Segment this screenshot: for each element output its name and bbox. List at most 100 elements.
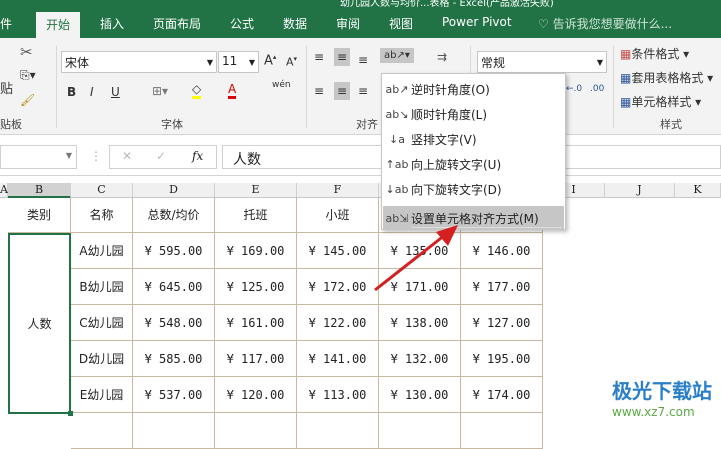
cut-icon[interactable]: ✂ <box>20 43 33 61</box>
value-cell[interactable]: ¥ 169.00 <box>215 233 297 269</box>
fill-handle[interactable] <box>68 411 73 416</box>
menu-item[interactable]: ↓ab 向下旋转文字(D) <box>383 177 564 201</box>
value-cell[interactable]: ¥ 172.00 <box>297 269 379 305</box>
column-header[interactable]: F <box>297 183 379 198</box>
fill-color-icon[interactable]: ◇ <box>192 82 202 99</box>
value-cell[interactable]: ¥ 595.00 <box>133 233 215 269</box>
value-cell[interactable]: ¥ 174.00 <box>461 377 543 413</box>
cancel-icon[interactable]: ✕ <box>122 149 132 163</box>
tab-review[interactable]: 审阅 <box>336 15 360 32</box>
value-cell[interactable] <box>461 413 543 449</box>
phonetic-icon[interactable]: wén <box>272 80 291 90</box>
number-format-select[interactable]: 常规 ▼ <box>477 51 607 73</box>
align-right-icon[interactable]: ≡ <box>358 84 368 98</box>
orientation-button[interactable]: ab↗▾ <box>380 48 414 63</box>
bold-button[interactable]: B <box>67 85 76 99</box>
header-cell[interactable]: 类别 <box>8 197 71 233</box>
format-as-table-button[interactable]: ▦套用表格格式 ▾ <box>620 69 713 86</box>
name-box[interactable]: ▼ <box>0 145 77 169</box>
font-size-select[interactable]: 11 ▼ <box>218 51 259 73</box>
header-cell[interactable]: 托班 <box>215 197 297 233</box>
tab-data[interactable]: 数据 <box>283 15 307 32</box>
border-icon[interactable]: ⊞▾ <box>152 84 168 98</box>
value-cell[interactable]: ¥ 141.00 <box>297 341 379 377</box>
increase-decimal-icon[interactable]: ←.0 <box>566 84 582 94</box>
increase-font-icon[interactable]: A▴ <box>264 53 276 68</box>
menu-item[interactable]: ab↘ 顺时针角度(L) <box>383 102 564 126</box>
header-cell[interactable]: 总数/均价 <box>133 197 215 233</box>
value-cell[interactable]: ¥ 537.00 <box>133 377 215 413</box>
value-cell[interactable]: ¥ 120.00 <box>215 377 297 413</box>
menu-item[interactable]: ↓a 竖排文字(V) <box>383 127 564 151</box>
font-name-select[interactable]: 宋体 ▼ <box>61 51 217 73</box>
value-cell[interactable]: ¥ 548.00 <box>133 305 215 341</box>
value-cell[interactable]: ¥ 132.00 <box>379 341 461 377</box>
category-cell[interactable]: 人数 <box>8 233 71 414</box>
align-bottom-icon[interactable]: ≡ <box>358 53 368 67</box>
enter-icon[interactable]: ✓ <box>156 149 166 163</box>
value-cell[interactable]: ¥ 138.00 <box>379 305 461 341</box>
value-cell[interactable]: ¥ 122.00 <box>297 305 379 341</box>
wrap-text-icon[interactable]: ⇉ <box>437 50 447 64</box>
cell-styles-button[interactable]: ▦单元格样式 ▾ <box>620 93 701 110</box>
tell-me-search[interactable]: ♡ 告诉我您想要做什么... <box>538 15 672 32</box>
value-cell[interactable]: ¥ 645.00 <box>133 269 215 305</box>
header-cell[interactable]: 名称 <box>71 197 133 233</box>
value-cell[interactable]: ¥ 161.00 <box>215 305 297 341</box>
name-cell[interactable]: E幼儿园 <box>71 377 133 413</box>
align-left-icon[interactable]: ≡ <box>314 84 324 98</box>
value-cell[interactable]: ¥ 127.00 <box>461 305 543 341</box>
value-cell[interactable]: ¥ 113.00 <box>297 377 379 413</box>
format-painter-icon[interactable]: 🖌 <box>20 93 35 107</box>
italic-button[interactable]: I <box>90 85 94 99</box>
decrease-decimal-icon[interactable]: .00 <box>590 84 604 94</box>
orientation-menu: ab↗ 逆时针角度(O) ab↘ 顺时针角度(L) ↓a 竖排文字(V) ↑ab 向上旋转文字… <box>381 73 566 230</box>
value-cell[interactable]: ¥ 146.00 <box>461 233 543 269</box>
value-cell[interactable] <box>379 413 461 449</box>
paste-button[interactable]: 贴 <box>0 78 13 97</box>
value-cell[interactable] <box>215 413 297 449</box>
value-cell[interactable]: ¥ 177.00 <box>461 269 543 305</box>
tab-insert[interactable]: 插入 <box>100 15 124 32</box>
copy-icon[interactable]: ⎘▾ <box>20 68 36 83</box>
insert-function-icon[interactable]: fx <box>192 149 203 163</box>
name-cell[interactable] <box>71 413 133 449</box>
menu-item[interactable]: ab↗ 逆时针角度(O) <box>383 77 564 101</box>
name-cell[interactable]: B幼儿园 <box>71 269 133 305</box>
column-header[interactable]: K <box>675 183 721 198</box>
value-cell[interactable]: ¥ 145.00 <box>297 233 379 269</box>
tab-file[interactable]: 件 <box>0 15 12 32</box>
tab-power-pivot[interactable]: Power Pivot <box>442 15 512 29</box>
column-header[interactable]: B <box>8 183 71 198</box>
tab-home[interactable]: 开始 <box>36 12 81 38</box>
column-header[interactable]: J <box>605 183 675 198</box>
decrease-font-icon[interactable]: A▾ <box>286 55 297 69</box>
name-cell[interactable]: D幼儿园 <box>71 341 133 377</box>
align-top-icon[interactable]: ≡ <box>314 50 324 64</box>
column-header[interactable]: C <box>71 183 133 198</box>
menu-item[interactable]: ↑ab 向上旋转文字(U) <box>383 152 564 176</box>
tab-page-layout[interactable]: 页面布局 <box>153 15 201 32</box>
clipboard-group-label: 贴板 <box>0 118 22 131</box>
column-header[interactable]: A <box>0 183 8 198</box>
value-cell[interactable] <box>297 413 379 449</box>
value-cell[interactable]: ¥ 195.00 <box>461 341 543 377</box>
align-middle-icon[interactable]: ≡ <box>334 48 351 66</box>
tab-view[interactable]: 视图 <box>389 15 413 32</box>
tab-formulas[interactable]: 公式 <box>230 15 254 32</box>
value-cell[interactable]: ¥ 585.00 <box>133 341 215 377</box>
chevron-down-icon: ▼ <box>248 58 255 67</box>
column-header[interactable]: D <box>133 183 215 198</box>
value-cell[interactable]: ¥ 130.00 <box>379 377 461 413</box>
column-header[interactable]: E <box>215 183 297 198</box>
name-cell[interactable]: C幼儿园 <box>71 305 133 341</box>
value-cell[interactable] <box>133 413 215 449</box>
value-cell[interactable]: ¥ 125.00 <box>215 269 297 305</box>
font-color-icon[interactable]: A <box>228 82 237 99</box>
header-cell[interactable]: 小班 <box>297 197 379 233</box>
conditional-format-button[interactable]: ▦条件格式 ▾ <box>620 45 689 62</box>
align-center-icon[interactable]: ≡ <box>334 82 351 100</box>
value-cell[interactable]: ¥ 117.00 <box>215 341 297 377</box>
underline-button[interactable]: U <box>111 85 120 99</box>
name-cell[interactable]: A幼儿园 <box>71 233 133 269</box>
